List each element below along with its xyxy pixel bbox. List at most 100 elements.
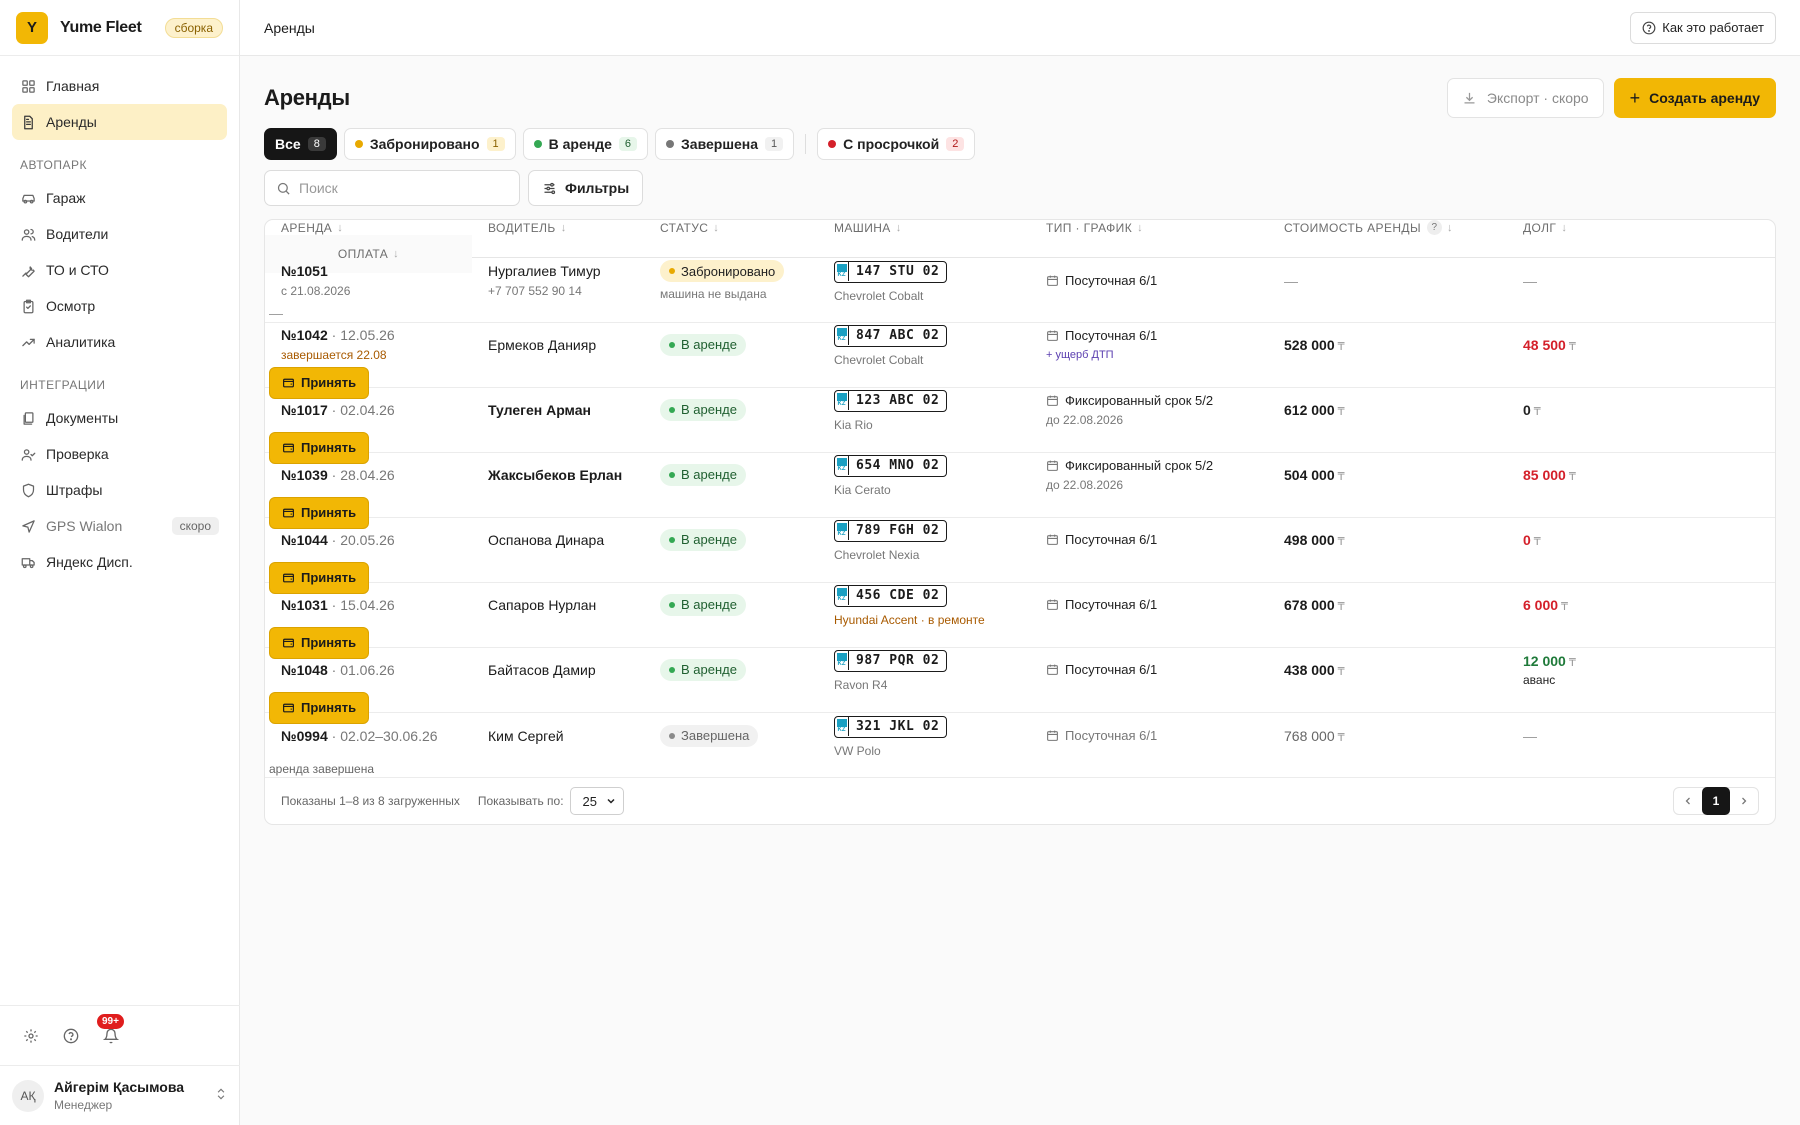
accept-payment-button[interactable]: Принять	[269, 561, 370, 594]
brand-logo[interactable]: Y	[16, 11, 48, 44]
license-plate[interactable]: KZ 321 JKL 02	[834, 715, 948, 738]
table-row[interactable]: №1031 · 15.04.26 Сапаров Нурлан В аренде KZ…	[265, 583, 1775, 659]
license-plate[interactable]: KZ 987 PQR 02	[834, 649, 948, 672]
license-plate[interactable]: KZ 456 CDE 02	[834, 584, 948, 607]
rental-number[interactable]: №1044	[281, 532, 328, 548]
driver-name[interactable]: Ким Сергей	[488, 728, 644, 744]
driver-name[interactable]: Байтасов Дамир	[488, 662, 644, 678]
how-it-works-button[interactable]: Как это работает	[1630, 11, 1776, 44]
table-row[interactable]: №1039 · 28.04.26 Жаксыбеков Ерлан В аренде…	[265, 453, 1775, 529]
column-header[interactable]: СТАТУС ↓	[644, 221, 818, 235]
tab-filter[interactable]: Все 8	[264, 128, 337, 160]
rental-number[interactable]: №1039	[281, 467, 328, 483]
sidebar-item[interactable]: ТО и СТО	[12, 252, 227, 288]
schedule-label: Посуточная 6/1	[1065, 532, 1158, 548]
car-model: Kia Cerato	[834, 482, 891, 497]
debt-cell: 48 500 ₸	[1523, 337, 1689, 353]
driver-name[interactable]: Сапаров Нурлан	[488, 597, 644, 613]
rental-cost-value: 528 000	[1284, 336, 1335, 353]
schedule-cell: Фиксированный срок 5/2 до 22.08.2026	[1030, 458, 1268, 492]
tab-filter[interactable]: Завершена 1	[655, 128, 795, 160]
rental-date: · 28.04.26	[331, 466, 395, 483]
bell-icon[interactable]: 99+	[97, 1013, 124, 1045]
status-label: В аренде	[681, 597, 737, 613]
sidebar-item[interactable]: Аналитика	[12, 324, 227, 360]
sidebar-item[interactable]: Штрафы	[12, 472, 227, 508]
column-header[interactable]: ДОЛГ ↓	[1523, 221, 1689, 235]
payment-cell: Принять	[265, 691, 472, 724]
column-header[interactable]: АРЕНДА ↓	[265, 221, 472, 235]
accept-payment-button[interactable]: Принять	[269, 431, 370, 464]
rental-number[interactable]: №1051	[281, 263, 328, 279]
driver-name[interactable]: Ермеков Данияр	[488, 337, 644, 353]
license-plate[interactable]: KZ 789 FGH 02	[834, 519, 948, 542]
accept-payment-button[interactable]: Принять	[269, 366, 370, 399]
tab-filter[interactable]: Забронировано 1	[343, 128, 516, 160]
filters-button[interactable]: Фильтры	[528, 170, 644, 206]
rental-number[interactable]: №0994	[281, 728, 328, 744]
column-header[interactable]: ВОДИТЕЛЬ ↓	[472, 221, 644, 235]
sidebar-item[interactable]: Осмотр	[12, 288, 227, 324]
export-button[interactable]: Экспорт · скоро	[1446, 78, 1604, 118]
sidebar-item[interactable]: Яндекс Дисп.	[12, 544, 227, 580]
rental-number[interactable]: №1017	[281, 402, 328, 418]
table-row[interactable]: №1042 · 12.05.26 завершается 22.08 Ермеков…	[265, 323, 1775, 399]
table-row[interactable]: №1048 · 01.06.26 Байтасов Дамир В аренде KZ…	[265, 648, 1775, 724]
accept-payment-button[interactable]: Принять	[269, 626, 370, 659]
driver-name[interactable]: Тулеген Арман	[488, 402, 644, 418]
page-button-current[interactable]: 1	[1702, 787, 1730, 815]
driver-name[interactable]: Нургалиев Тимур	[488, 263, 644, 279]
sidebar-item[interactable]: Гараж	[12, 180, 227, 216]
tab-filter[interactable]: В аренде 6	[522, 128, 649, 160]
driver-name[interactable]: Жаксыбеков Ерлан	[488, 467, 644, 483]
table-row[interactable]: №1017 · 02.04.26 Тулеген Арман В аренде KZ 1…	[265, 388, 1775, 464]
sidebar-item[interactable]: Водители	[12, 216, 227, 252]
rental-number[interactable]: №1031	[281, 597, 328, 613]
debt-value: 85 000	[1523, 466, 1566, 483]
status-cell: В аренде	[644, 658, 818, 681]
accept-payment-button[interactable]: Принять	[269, 691, 370, 724]
driver-name[interactable]: Оспанова Динара	[488, 532, 644, 548]
next-page-button[interactable]	[1730, 787, 1758, 815]
help-icon[interactable]: ?	[1426, 220, 1442, 235]
debt-amount: 12 000 ₸	[1523, 653, 1576, 669]
help-circle-icon	[1642, 21, 1656, 34]
license-plate[interactable]: KZ 847 ABC 02	[834, 324, 948, 347]
accept-payment-button[interactable]: Принять	[269, 496, 370, 529]
prev-page-button[interactable]	[1674, 787, 1702, 815]
column-header[interactable]: МАШИНА ↓	[818, 221, 1030, 235]
sidebar-item[interactable]: Проверка	[12, 436, 227, 472]
column-header[interactable]: СТОИМОСТЬ АРЕНДЫ? ↓	[1268, 220, 1523, 235]
per-page-select[interactable]: 25	[569, 787, 624, 815]
license-plate[interactable]: KZ 147 STU 02	[834, 260, 948, 283]
sidebar-item-rentals[interactable]: Аренды	[12, 104, 227, 140]
schedule-label: Фиксированный срок 5/2	[1065, 392, 1214, 408]
license-plate[interactable]: KZ 123 ABC 02	[834, 389, 948, 412]
rental-number[interactable]: №1042	[281, 327, 328, 343]
cost-cell: 768 000 ₸	[1268, 728, 1523, 744]
sidebar-item[interactable]: GPS Wialon скоро	[12, 508, 227, 544]
help-circle-icon[interactable]	[62, 1027, 80, 1045]
search-input[interactable]: Поиск	[264, 170, 520, 206]
rental-cost-value: 678 000	[1284, 596, 1335, 613]
currency-symbol: ₸	[1337, 600, 1345, 613]
sidebar-item-home[interactable]: Главная	[12, 68, 227, 104]
column-header-label: ТИП · ГРАФИК	[1046, 220, 1133, 235]
tab-filter[interactable]: С просрочкой 2	[817, 128, 976, 160]
status-badge: В аренде	[660, 528, 746, 551]
create-rental-button[interactable]: + Создать аренду	[1613, 78, 1776, 118]
table-row[interactable]: №1051 с 21.08.2026 Нургалиев Тимур +7 707 …	[265, 258, 1775, 323]
settings-icon[interactable]	[22, 1027, 40, 1045]
plus-icon: +	[1629, 87, 1641, 108]
column-header[interactable]: ТИП · ГРАФИК ↓	[1030, 221, 1268, 235]
user-menu[interactable]: АҚ Айгерім Қасымова Менеджер	[0, 1065, 240, 1125]
rental-number[interactable]: №1048	[281, 662, 328, 678]
shield-icon	[20, 482, 36, 498]
table-row[interactable]: №0994 · 02.02–30.06.26 Ким Сергей Завершен…	[265, 713, 1775, 778]
sidebar-item-label: Документы	[46, 410, 119, 426]
cost-cell: 498 000 ₸	[1268, 532, 1523, 548]
license-plate[interactable]: KZ 654 MNO 02	[834, 454, 948, 477]
sidebar-item[interactable]: Документы	[12, 400, 227, 436]
plate-number: 456 CDE 02	[856, 588, 940, 603]
table-row[interactable]: №1044 · 20.05.26 Оспанова Динара В аренде K…	[265, 518, 1775, 594]
